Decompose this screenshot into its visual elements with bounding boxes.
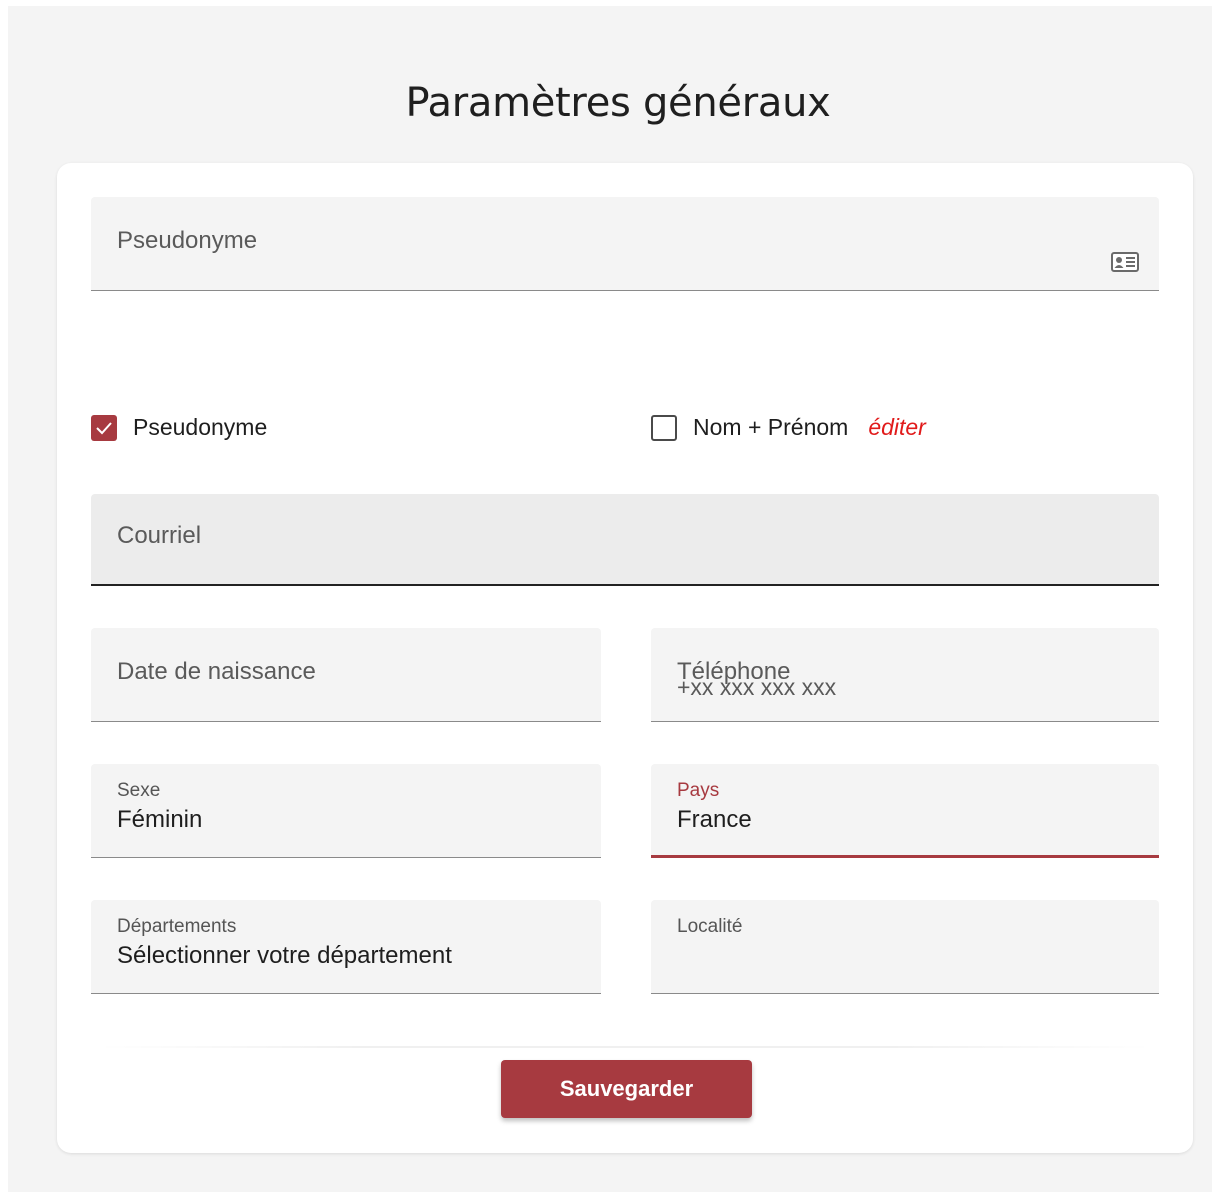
pseudonym-placeholder: Pseudonyme xyxy=(117,227,258,254)
edit-name-link[interactable]: éditer xyxy=(868,414,926,441)
save-button[interactable]: Sauvegarder xyxy=(501,1060,752,1118)
id-card-icon xyxy=(1111,252,1139,272)
birthdate-placeholder: Date de naissance xyxy=(117,658,316,685)
department-label: Départements xyxy=(117,916,237,937)
phone-placeholder: +xx xxx xxx xxx xyxy=(677,674,837,700)
pseudonym-checkbox-label: Pseudonyme xyxy=(133,414,268,440)
sex-select[interactable]: Sexe Féminin xyxy=(91,764,601,858)
fullname-checkbox[interactable] xyxy=(651,414,677,441)
email-placeholder: Courriel xyxy=(117,522,202,549)
pseudonym-checkbox[interactable] xyxy=(91,414,117,441)
email-field[interactable]: Courriel xyxy=(91,494,1159,586)
country-label: Pays xyxy=(677,780,720,801)
sex-label: Sexe xyxy=(117,780,161,801)
page-title: Paramètres généraux xyxy=(405,80,831,126)
display-fullname-option[interactable]: Nom + Prénom éditer xyxy=(651,414,926,441)
settings-card: Pseudonyme Pseudonyme Nom + Prénom édite… xyxy=(57,163,1193,1153)
check-icon xyxy=(96,421,112,434)
country-select[interactable]: Pays France xyxy=(651,764,1159,858)
country-value: France xyxy=(677,806,752,833)
birthdate-field[interactable]: Date de naissance xyxy=(91,628,601,722)
department-value: Sélectionner votre département xyxy=(117,942,452,969)
phone-field[interactable]: Téléphone +xx xxx xxx xxx xyxy=(651,628,1159,722)
pseudonym-field[interactable]: Pseudonyme xyxy=(91,197,1159,291)
page-background: Paramètres généraux Pseudonyme Pseudonym… xyxy=(8,6,1212,1192)
locality-field[interactable]: Localité xyxy=(651,900,1159,994)
footer-divider xyxy=(97,1046,1153,1048)
locality-label: Localité xyxy=(677,916,743,937)
display-pseudonym-option[interactable]: Pseudonyme xyxy=(91,414,267,441)
sex-value: Féminin xyxy=(117,806,203,833)
fullname-checkbox-label: Nom + Prénom xyxy=(693,414,849,440)
department-select[interactable]: Départements Sélectionner votre départem… xyxy=(91,900,601,994)
